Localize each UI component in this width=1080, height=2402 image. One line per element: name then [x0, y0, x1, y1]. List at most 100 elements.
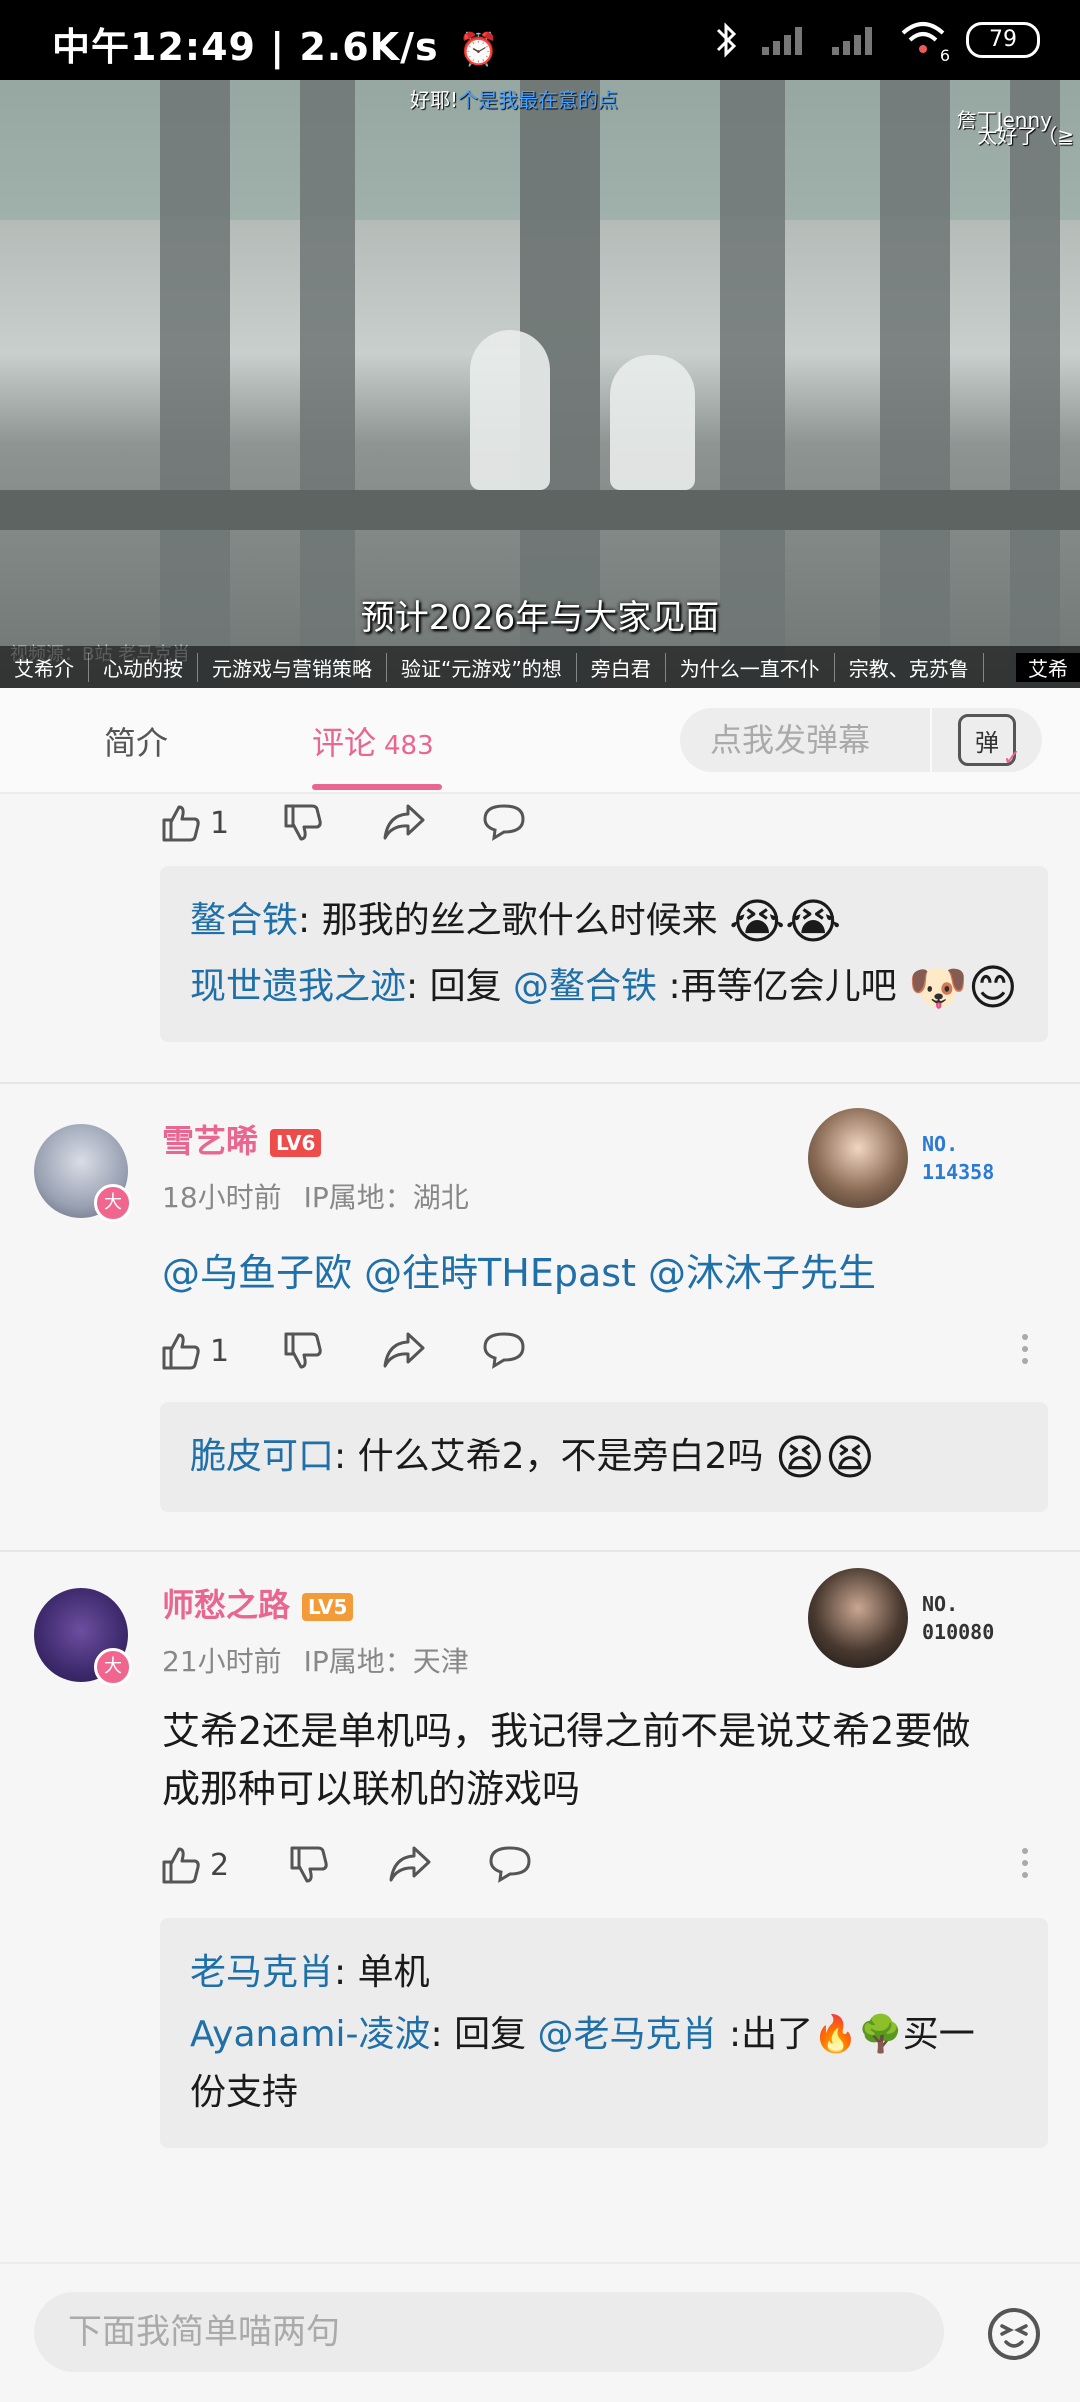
fan-avatar [808, 1108, 908, 1208]
share-icon [383, 1332, 425, 1368]
thumbs-up-icon [162, 805, 200, 842]
status-time: 中午12:49 [52, 25, 256, 69]
fan-number: NO. 010080 [922, 1592, 995, 1644]
danmaku-top: 好耶!个是我最在意的点 [410, 88, 619, 112]
status-left: 中午12:49 | 2.6K/s ⏰ [52, 25, 500, 69]
reply-text: 什么艾希2，不是旁白2吗 [357, 1436, 764, 1477]
more-options-button[interactable] [1020, 1334, 1030, 1370]
comment-time: 21小时前 [162, 1645, 282, 1678]
tab-bar: 简介 评论 483 点我发弹幕 弹 ✓ [0, 688, 1080, 794]
comment-bubble-icon [489, 1846, 531, 1883]
reply-text: 那我的丝之歌什么时候来 [321, 900, 718, 941]
chapter-item[interactable]: 元游戏与营销策略 [198, 652, 387, 682]
video-player[interactable]: 好耶!个是我最在意的点 詹丁Jenny 太好了（≧ 视频源：B站 老马克肖 预计… [0, 80, 1080, 688]
comment-actions: 2 [160, 1836, 1048, 1896]
reply-item: 现世遗我之迹: 回复 @鳌合铁 :再等亿会儿吧 🐶😊 [190, 960, 1018, 1016]
danmu-input[interactable]: 点我发弹幕 [680, 708, 930, 772]
danmu-settings-button[interactable]: 弹 ✓ [932, 708, 1042, 772]
comment-username[interactable]: 雪艺晞 LV6 [162, 1116, 322, 1162]
comment-actions: 1 [160, 1322, 1048, 1382]
thumbs-down-icon [284, 1332, 322, 1369]
mention-link[interactable]: @鳌合铁 [513, 966, 657, 1007]
comment-bubble-icon [483, 1332, 525, 1369]
level-badge: LV6 [270, 1129, 322, 1157]
mention-link[interactable]: @老马克肖 [538, 2014, 718, 2055]
tab-intro[interactable]: 简介 [104, 718, 168, 764]
chapter-item[interactable]: 艾希 [1016, 652, 1080, 682]
chapter-item[interactable]: 验证“元游戏”的想 [387, 652, 577, 682]
avatar-badge: 大 [94, 1184, 132, 1222]
reply-author[interactable]: 鳌合铁 [190, 900, 298, 941]
tab-comments[interactable]: 评论 483 [312, 718, 434, 764]
ip-location: IP属地：湖北 [303, 1181, 469, 1214]
comment-username[interactable]: 师愁之路 LV5 [162, 1580, 354, 1626]
comment-list: 1 鳌合铁: 那我的丝之歌什么时候来 😭😭 现世遗我之迹: 回复 @鳌合铁 :再… [0, 794, 1080, 2172]
reply-item: 鳌合铁: 那我的丝之歌什么时候来 😭😭 [190, 894, 842, 950]
reply-button[interactable] [482, 802, 526, 842]
reply-button[interactable] [488, 1844, 532, 1884]
chapter-list[interactable]: 艾希介 心动的按 元游戏与营销策略 验证“元游戏”的想 旁白君 为什么一直不仆 … [0, 646, 1080, 688]
like-count: 1 [210, 805, 230, 841]
video-figure [610, 355, 695, 490]
reply-author[interactable]: 老马克肖 [190, 1952, 334, 1993]
comment-text[interactable]: 艾希2还是单机吗，我记得之前不是说艾希2要做 成那种可以联机的游戏吗 [162, 1702, 1042, 1818]
ip-location: IP属地：天津 [303, 1645, 469, 1678]
video-figure [470, 330, 550, 490]
like-button[interactable]: 2 [160, 1844, 229, 1886]
fan-avatar [808, 1568, 908, 1668]
reply-box[interactable]: 老马克肖: 单机 Ayanami-凌波: 回复 @老马克肖 :出了🔥🌳买一 份支… [160, 1918, 1048, 2148]
wifi-icon: 6 [900, 21, 950, 65]
bottom-comment-bar: 下面我简单喵两句 [0, 2262, 1080, 2402]
reply-button[interactable] [482, 1330, 526, 1370]
comment-bubble-icon [483, 804, 525, 841]
dislike-button[interactable] [282, 802, 324, 844]
emoji-picker-icon[interactable] [986, 2306, 1042, 2362]
avatar[interactable]: 大 [34, 1588, 132, 1686]
reply-author[interactable]: 脆皮可口 [190, 1436, 334, 1477]
comment-text[interactable]: @乌鱼子欧 @往時THEpast @沐沐子先生 [162, 1244, 1042, 1302]
signal-icon-2 [832, 27, 872, 55]
thumbs-down-icon [284, 804, 322, 841]
comment-input[interactable]: 下面我简单喵两句 [34, 2292, 944, 2372]
dislike-button[interactable] [288, 1844, 330, 1886]
chapter-item[interactable]: 心动的按 [89, 652, 198, 682]
thumbs-down-icon [290, 1846, 328, 1883]
status-bar: 中午12:49 | 2.6K/s ⏰ 6 79 [0, 0, 1080, 80]
more-options-button[interactable] [1020, 1848, 1030, 1884]
battery-indicator: 79 [966, 22, 1040, 58]
comment-time: 18小时前 [162, 1181, 282, 1214]
reply-box[interactable]: 鳌合铁: 那我的丝之歌什么时候来 😭😭 现世遗我之迹: 回复 @鳌合铁 :再等亿… [160, 866, 1048, 1042]
bluetooth-icon [716, 22, 737, 58]
chapter-item[interactable]: 宗教、克苏鲁 [835, 652, 984, 682]
chapter-item[interactable]: 艾希介 [0, 652, 89, 682]
video-subtitle: 预计2026年与大家见面 [360, 598, 720, 638]
share-button[interactable] [388, 1844, 432, 1884]
reply-author[interactable]: Ayanami-凌波 [190, 2014, 431, 2055]
reply-item: Ayanami-凌波: 回复 @老马克肖 :出了🔥🌳买一 份支持 [190, 2006, 1018, 2122]
alarm-icon: ⏰ [458, 30, 500, 68]
fan-badge[interactable]: NO. 114358 [808, 1108, 994, 1208]
level-badge: LV5 [302, 1593, 354, 1621]
crying-emoji: 😭😭 [729, 894, 842, 950]
fan-number: NO. 114358 [922, 1132, 995, 1184]
signal-icon [762, 27, 802, 55]
danmu-icon: 弹 ✓ [958, 714, 1021, 771]
reply-author[interactable]: 现世遗我之迹 [190, 966, 406, 1007]
reply-text: 单机 [357, 1952, 430, 1993]
like-button[interactable]: 1 [160, 802, 229, 844]
reply-text: :出了🔥🌳买一 [717, 2014, 975, 2055]
avatar[interactable]: 大 [34, 1124, 132, 1222]
like-button[interactable]: 1 [160, 1330, 229, 1372]
reply-item: 脆皮可口: 什么艾希2，不是旁白2吗 😫😫 [190, 1430, 875, 1486]
comment-actions: 1 [160, 794, 1080, 856]
fan-badge[interactable]: NO. 010080 [808, 1568, 994, 1668]
share-button[interactable] [382, 1330, 426, 1370]
share-button[interactable] [382, 802, 426, 842]
tab-comments-label: 评论 [312, 724, 377, 762]
chapter-item[interactable]: 旁白君 [577, 652, 666, 682]
dislike-button[interactable] [282, 1330, 324, 1372]
reply-box[interactable]: 脆皮可口: 什么艾希2，不是旁白2吗 😫😫 [160, 1402, 1048, 1512]
network-speed: 2.6K/s [299, 25, 439, 69]
avatar-badge: 大 [94, 1648, 132, 1686]
chapter-item[interactable]: 为什么一直不仆 [666, 652, 835, 682]
